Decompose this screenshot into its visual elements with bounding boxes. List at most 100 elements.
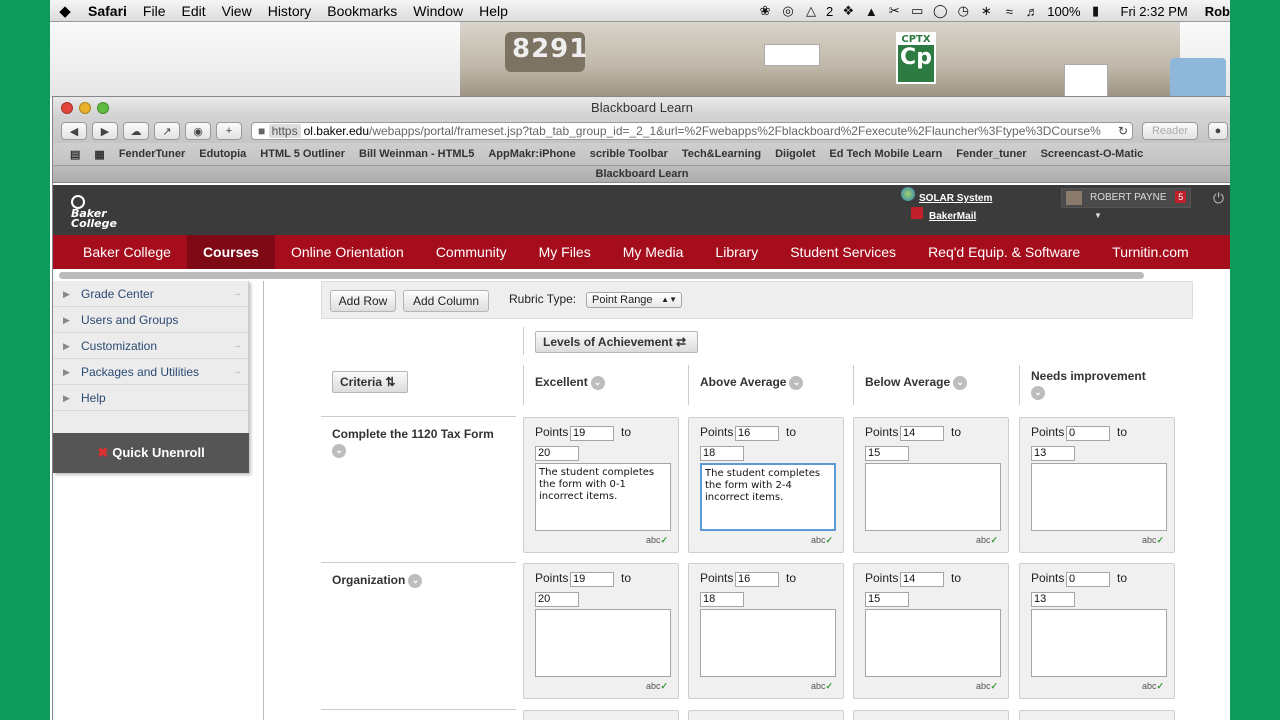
quick-unenroll-button[interactable]: ✖ Quick Unenroll bbox=[53, 433, 249, 473]
menu-help[interactable]: Help bbox=[471, 3, 516, 19]
tab-baker-college[interactable]: Baker College bbox=[67, 235, 187, 269]
desktop-file-icon[interactable] bbox=[764, 44, 820, 66]
add-column-button[interactable]: Add Column bbox=[403, 290, 489, 312]
baker-college-logo[interactable]: Baker College bbox=[71, 195, 119, 229]
bookmark-item[interactable]: Screencast-O-Matic bbox=[1034, 148, 1151, 160]
menu-item-packages-utilities[interactable]: ▶ Packages and Utilities → bbox=[53, 359, 248, 385]
menu-window[interactable]: Window bbox=[405, 3, 471, 19]
menu-file[interactable]: File bbox=[135, 3, 174, 19]
spellcheck-icon[interactable]: abc✓ bbox=[1142, 681, 1164, 692]
criterion-row-label[interactable]: Complete the 1120 Tax Form ⌄ bbox=[332, 427, 494, 458]
tab-turnitin[interactable]: Turnitin.com bbox=[1096, 235, 1205, 269]
points-from-input[interactable]: 14 bbox=[900, 426, 944, 441]
ball-icon[interactable]: ❖ bbox=[840, 3, 856, 19]
tab-community[interactable]: Community bbox=[420, 235, 523, 269]
tab-student-services[interactable]: Student Services bbox=[774, 235, 912, 269]
sync-icon[interactable]: ◎ bbox=[780, 3, 796, 19]
points-to-input[interactable]: 15 bbox=[865, 592, 909, 607]
menu-item-help[interactable]: ▶ Help bbox=[53, 385, 248, 411]
points-to-input[interactable]: 18 bbox=[700, 592, 744, 607]
spellcheck-icon[interactable]: abc✓ bbox=[646, 681, 668, 692]
menu-history[interactable]: History bbox=[260, 3, 320, 19]
menu-edit[interactable]: Edit bbox=[173, 3, 213, 19]
chevron-down-icon[interactable]: ⌄ bbox=[590, 375, 605, 390]
criterion-description-textarea[interactable]: The student completes the form with 2-4 … bbox=[700, 463, 836, 531]
reload-icon[interactable]: ↻ bbox=[1118, 123, 1128, 139]
bookmark-item[interactable]: scrible Toolbar bbox=[583, 148, 675, 160]
tab-my-files[interactable]: My Files bbox=[523, 235, 607, 269]
menu-view[interactable]: View bbox=[214, 3, 260, 19]
top-sites-icon[interactable]: ▦ bbox=[87, 148, 111, 161]
points-to-input[interactable]: 20 bbox=[535, 446, 579, 461]
spellcheck-icon[interactable]: abc✓ bbox=[1142, 535, 1164, 546]
tab-courses[interactable]: Courses bbox=[186, 235, 275, 269]
chevron-down-icon[interactable]: ⌄ bbox=[789, 375, 804, 390]
audio-icon[interactable]: △ bbox=[803, 3, 819, 19]
chat-icon[interactable]: ◯ bbox=[932, 3, 948, 19]
points-to-input[interactable]: 15 bbox=[865, 446, 909, 461]
bookmark-item[interactable]: Bill Weinman - HTML5 bbox=[352, 148, 481, 160]
points-to-input[interactable]: 13 bbox=[1031, 446, 1075, 461]
levels-of-achievement-button[interactable]: Levels of Achievement ⇄ bbox=[535, 331, 698, 353]
tab-online-orientation[interactable]: Online Orientation bbox=[275, 235, 420, 269]
logout-power-icon[interactable]: ⏻ bbox=[1213, 190, 1224, 207]
minimize-window-icon[interactable] bbox=[79, 102, 91, 114]
criterion-description-textarea[interactable] bbox=[535, 609, 671, 677]
column-header-needs-improvement[interactable]: Needs improvement ⌄ bbox=[1031, 369, 1171, 400]
close-window-icon[interactable] bbox=[61, 102, 73, 114]
user-menu-button[interactable]: ROBERT PAYNE 5 ▼ bbox=[1061, 188, 1191, 220]
bookmark-item[interactable]: HTML 5 Outliner bbox=[253, 148, 352, 160]
menu-item-customization[interactable]: ▶ Customization → bbox=[53, 333, 248, 359]
apple-menu-icon[interactable]: ◆ bbox=[50, 2, 80, 20]
spellcheck-icon[interactable]: abc✓ bbox=[646, 535, 668, 546]
bookmark-item[interactable]: Edutopia bbox=[192, 148, 253, 160]
criterion-description-textarea[interactable] bbox=[700, 609, 836, 677]
spellcheck-icon[interactable]: abc✓ bbox=[976, 681, 998, 692]
points-from-input[interactable]: 0 bbox=[1066, 426, 1110, 441]
zoom-window-icon[interactable] bbox=[97, 102, 109, 114]
criterion-row-label[interactable]: Organization ⌄ bbox=[332, 573, 423, 588]
icloud-tabs-icon[interactable]: ☁ bbox=[123, 122, 149, 140]
downloads-icon[interactable]: ● bbox=[1208, 122, 1228, 140]
points-from-input[interactable]: 0 bbox=[1066, 572, 1110, 587]
criteria-sort-button[interactable]: Criteria ⇅ bbox=[332, 371, 408, 393]
points-to-input[interactable]: 18 bbox=[700, 446, 744, 461]
column-header-above-average[interactable]: Above Average ⌄ bbox=[700, 375, 804, 390]
tab-blackboard-learn[interactable]: Blackboard Learn bbox=[596, 168, 689, 180]
criterion-description-textarea[interactable] bbox=[1031, 609, 1167, 677]
chevron-down-icon[interactable]: ⌄ bbox=[408, 573, 423, 588]
criterion-description-textarea[interactable] bbox=[865, 463, 1001, 531]
rubric-type-select[interactable]: Point Range ▲▼ bbox=[586, 292, 682, 308]
reader-button[interactable]: Reader bbox=[1142, 122, 1198, 140]
bookmark-item[interactable]: Fender_tuner bbox=[949, 148, 1033, 160]
new-tab-icon[interactable]: + bbox=[216, 122, 242, 140]
tab-my-media[interactable]: My Media bbox=[607, 235, 700, 269]
criterion-description-textarea[interactable]: The student completes the form with 0-1 … bbox=[535, 463, 671, 531]
desktop-folder-icon[interactable] bbox=[1170, 58, 1226, 98]
menu-app-name[interactable]: Safari bbox=[80, 3, 135, 19]
time-machine-icon[interactable]: ◷ bbox=[955, 3, 971, 19]
bookmark-item[interactable]: Diigolet bbox=[768, 148, 822, 160]
bluetooth-icon[interactable]: ∗ bbox=[978, 3, 994, 19]
solar-system-link[interactable]: SOLAR System bbox=[919, 193, 992, 204]
column-header-below-average[interactable]: Below Average ⌄ bbox=[865, 375, 968, 390]
horizontal-scrollbar[interactable] bbox=[59, 272, 1144, 279]
volume-icon[interactable]: ♬ bbox=[1024, 4, 1040, 19]
bookmark-item[interactable]: Ed Tech Mobile Learn bbox=[822, 148, 949, 160]
points-from-input[interactable]: 14 bbox=[900, 572, 944, 587]
airplay-icon[interactable]: ▭ bbox=[909, 3, 925, 19]
user-menu[interactable]: Rob bbox=[1205, 4, 1230, 19]
spellcheck-icon[interactable]: abc✓ bbox=[976, 535, 998, 546]
address-bar[interactable]: ■ https ol.baker.edu/webapps/portal/frame… bbox=[251, 122, 1133, 140]
tab-library[interactable]: Library bbox=[699, 235, 774, 269]
points-from-input[interactable]: 16 bbox=[735, 426, 779, 441]
drive-icon[interactable]: ▲ bbox=[863, 4, 879, 19]
bookmarks-book-icon[interactable]: ▤ bbox=[63, 148, 87, 161]
spellcheck-icon[interactable]: abc✓ bbox=[811, 681, 833, 692]
menu-bookmarks[interactable]: Bookmarks bbox=[319, 3, 405, 19]
bookmark-item[interactable]: Tech&Learning bbox=[675, 148, 768, 160]
tab-reqd-equipment[interactable]: Req'd Equip. & Software bbox=[912, 235, 1096, 269]
clock[interactable]: Fri 2:32 PM bbox=[1121, 4, 1188, 19]
points-from-input[interactable]: 16 bbox=[735, 572, 779, 587]
tools-icon[interactable]: ✂ bbox=[886, 3, 902, 19]
